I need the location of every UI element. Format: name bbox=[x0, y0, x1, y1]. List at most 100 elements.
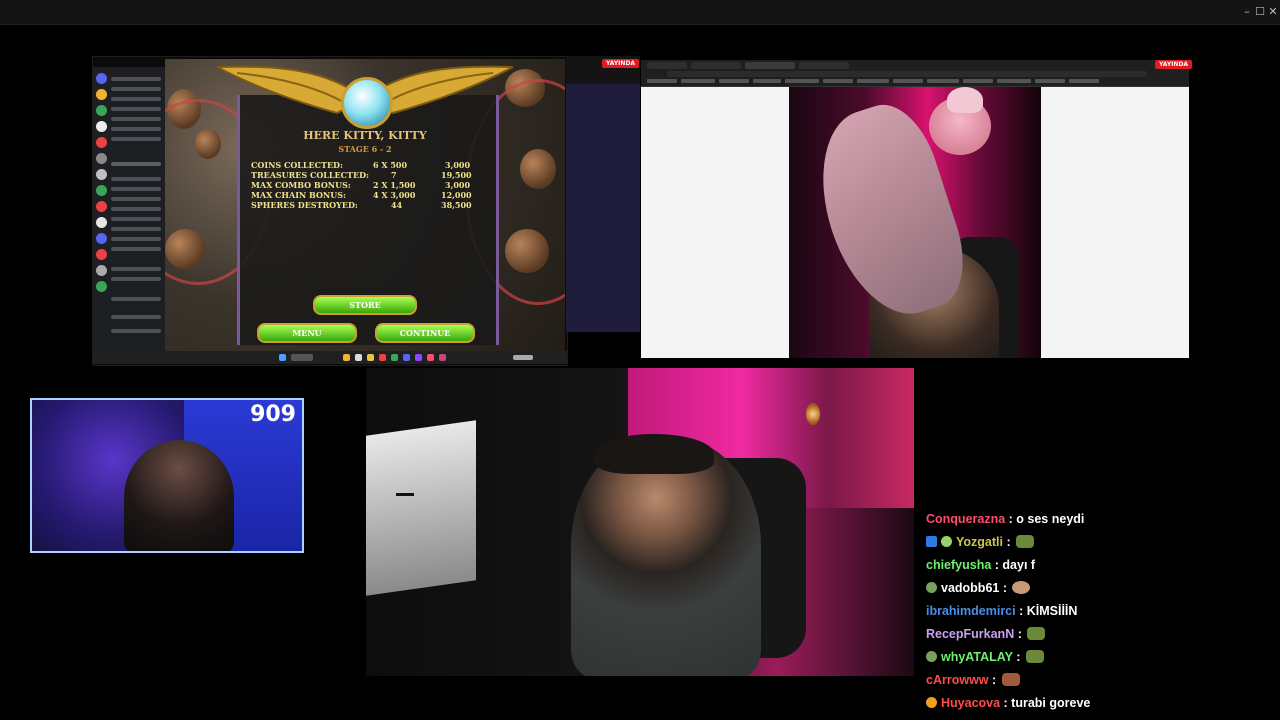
app-icon[interactable] bbox=[391, 354, 398, 361]
stat-label: SPHERES DESTROYED: bbox=[251, 200, 358, 210]
channel-item[interactable] bbox=[111, 187, 161, 191]
app-icon[interactable] bbox=[427, 354, 434, 361]
app-icon[interactable] bbox=[343, 354, 350, 361]
bookmark-item[interactable] bbox=[857, 79, 889, 83]
bookmark-item[interactable] bbox=[1035, 79, 1065, 83]
bookmark-item[interactable] bbox=[997, 79, 1031, 83]
server-icon[interactable] bbox=[96, 217, 107, 228]
monitor-window bbox=[396, 493, 414, 496]
address-bar[interactable] bbox=[667, 71, 1147, 77]
stat-label: MAX CHAIN BONUS: bbox=[251, 190, 346, 200]
channel-item[interactable] bbox=[111, 137, 161, 141]
channel-item[interactable] bbox=[111, 247, 161, 251]
server-icon[interactable] bbox=[96, 201, 107, 212]
bookmark-item[interactable] bbox=[753, 79, 781, 83]
stat-value: 12,000 bbox=[441, 190, 472, 200]
bookmark-item[interactable] bbox=[785, 79, 819, 83]
discord-icon[interactable] bbox=[403, 354, 410, 361]
stat-value: 38,500 bbox=[441, 200, 472, 210]
bookmark-item[interactable] bbox=[823, 79, 853, 83]
frog-badge-icon bbox=[941, 536, 952, 547]
chat-message: Huyacova : turabi goreve bbox=[926, 696, 1090, 716]
browser-tab[interactable] bbox=[691, 62, 741, 69]
stat-mult: 6 X 500 bbox=[373, 160, 408, 170]
channel-item[interactable] bbox=[111, 227, 161, 231]
server-icon[interactable] bbox=[96, 105, 107, 116]
app-icon[interactable] bbox=[439, 354, 446, 361]
discord-sidebar bbox=[93, 67, 165, 357]
channel-item[interactable] bbox=[111, 177, 161, 181]
channel-item[interactable] bbox=[111, 207, 161, 211]
system-tray[interactable] bbox=[513, 355, 533, 360]
start-icon[interactable] bbox=[279, 354, 286, 361]
channel-item[interactable] bbox=[111, 197, 161, 201]
bookmark-item[interactable] bbox=[647, 79, 677, 83]
app-icon[interactable] bbox=[415, 354, 422, 361]
server-icon[interactable] bbox=[96, 281, 107, 292]
channel-item[interactable] bbox=[111, 97, 161, 101]
channel-item[interactable] bbox=[111, 237, 161, 241]
server-icon[interactable] bbox=[96, 169, 107, 180]
chat-message: whyATALAY : bbox=[926, 650, 1044, 670]
channel-item[interactable] bbox=[111, 217, 161, 221]
app-icon[interactable] bbox=[379, 354, 386, 361]
app-icon[interactable] bbox=[355, 354, 362, 361]
viewer-counter: 909 bbox=[250, 402, 296, 427]
channel-item[interactable] bbox=[111, 127, 161, 131]
obs-toolbar: YAYINDA bbox=[566, 56, 640, 84]
chat-username: ibrahimdemirci bbox=[926, 604, 1016, 618]
stat-mult: 4 X 3,000 bbox=[373, 190, 416, 200]
server-icon[interactable] bbox=[96, 137, 107, 148]
continue-button[interactable]: CONTINUE bbox=[375, 323, 475, 343]
channel-item[interactable] bbox=[111, 297, 161, 301]
bookmark-item[interactable] bbox=[719, 79, 749, 83]
channel-item[interactable] bbox=[111, 267, 161, 271]
lamp bbox=[806, 403, 820, 425]
channel-item[interactable] bbox=[111, 117, 161, 121]
channel-item[interactable] bbox=[111, 315, 161, 319]
channel-item[interactable] bbox=[111, 107, 161, 111]
chat-username: cArrowww bbox=[926, 673, 989, 687]
bookmark-item[interactable] bbox=[893, 79, 923, 83]
server-icon[interactable] bbox=[96, 249, 107, 260]
bookmark-item[interactable] bbox=[927, 79, 959, 83]
maximize-button[interactable]: ☐ bbox=[1253, 5, 1267, 18]
bookmark-item[interactable] bbox=[681, 79, 715, 83]
server-icon[interactable] bbox=[96, 153, 107, 164]
server-icon[interactable] bbox=[96, 73, 107, 84]
browser-tab[interactable] bbox=[745, 62, 795, 69]
server-icon[interactable] bbox=[96, 121, 107, 132]
server-icon[interactable] bbox=[96, 233, 107, 244]
frog-badge-icon bbox=[926, 582, 937, 593]
live-badge: YAYINDA bbox=[1155, 60, 1193, 69]
server-icon[interactable] bbox=[96, 185, 107, 196]
frog-badge-icon bbox=[926, 651, 937, 662]
folder-icon[interactable] bbox=[367, 354, 374, 361]
chat-username: RecepFurkanN bbox=[926, 627, 1015, 641]
bookmark-item[interactable] bbox=[963, 79, 993, 83]
game-window[interactable]: HERE KITTY, KITTY STAGE 6 - 2 COINS COLL… bbox=[165, 59, 565, 353]
store-button[interactable]: STORE bbox=[313, 295, 417, 315]
channel-item[interactable] bbox=[111, 87, 161, 91]
chat-username: vadobb61 bbox=[941, 581, 1000, 595]
server-icon[interactable] bbox=[96, 89, 107, 100]
channel-item[interactable] bbox=[111, 162, 161, 166]
star-badge-icon bbox=[926, 697, 937, 708]
chat-message: vadobb61 : bbox=[926, 581, 1031, 601]
minimize-button[interactable]: – bbox=[1240, 5, 1254, 18]
close-button[interactable]: ✕ bbox=[1266, 5, 1280, 18]
chat-text: o ses neydi bbox=[1016, 512, 1085, 526]
chat-username: Huyacova bbox=[941, 696, 1001, 710]
search-box[interactable] bbox=[291, 354, 313, 361]
channel-item[interactable] bbox=[111, 329, 161, 333]
bookmark-item[interactable] bbox=[1069, 79, 1099, 83]
server-icon[interactable] bbox=[96, 265, 107, 276]
level-title: HERE KITTY, KITTY bbox=[303, 129, 427, 142]
browser-tab[interactable] bbox=[799, 62, 849, 69]
desktop-capture: HERE KITTY, KITTY STAGE 6 - 2 COINS COLL… bbox=[92, 56, 568, 366]
frog-emote-icon bbox=[1027, 627, 1046, 640]
browser-tab[interactable] bbox=[647, 62, 687, 69]
channel-item[interactable] bbox=[111, 277, 161, 281]
menu-button[interactable]: MENU bbox=[257, 323, 357, 343]
channel-item[interactable] bbox=[111, 77, 161, 81]
